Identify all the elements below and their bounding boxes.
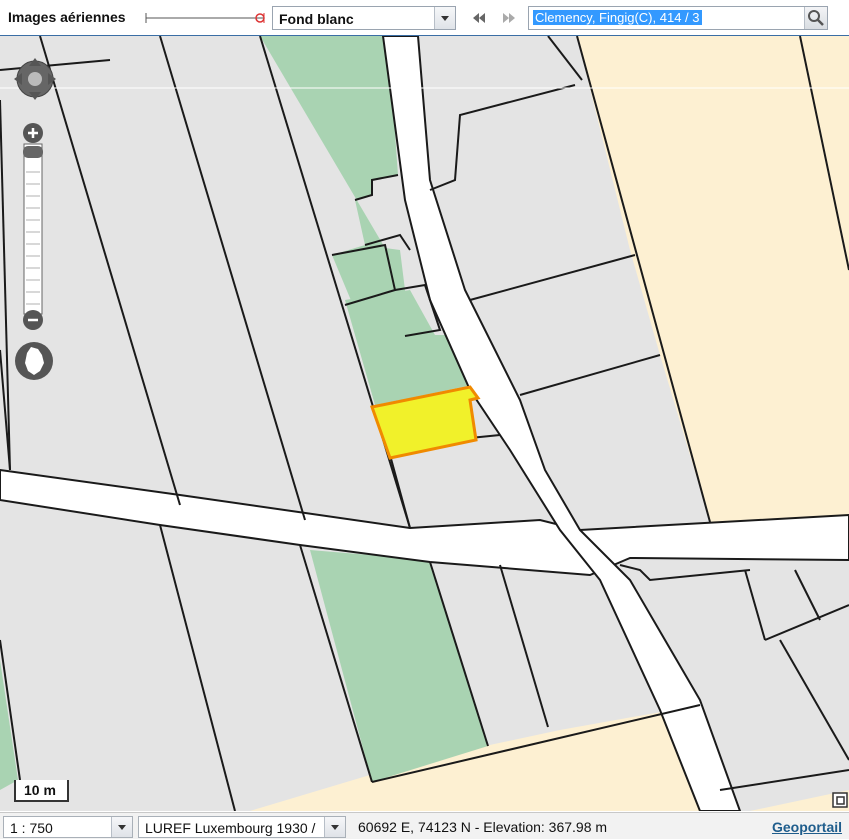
chevron-down-icon[interactable]	[111, 817, 132, 837]
search-input[interactable]: Clemency, Fingig(C), 414 / 3	[528, 6, 828, 30]
aerial-images-label: Images aériennes	[8, 9, 126, 25]
scale-bar-label: 10 m	[24, 782, 56, 798]
basemap-select[interactable]: Fond blanc	[272, 6, 456, 30]
zoom-slider[interactable]	[22, 122, 44, 332]
projection-value: LUREF Luxembourg 1930 /	[145, 820, 316, 836]
scale-bar: 10 m	[14, 780, 69, 802]
coordinates-readout: 60692 E, 74123 N - Elevation: 367.98 m	[358, 819, 608, 835]
zoom-handle	[23, 146, 43, 158]
geoportail-link[interactable]: Geoportail	[772, 819, 842, 835]
opacity-slider[interactable]	[144, 10, 268, 26]
basemap-value: Fond blanc	[279, 11, 354, 27]
luxembourg-icon[interactable]	[14, 341, 54, 381]
cadastral-map[interactable]	[0, 36, 849, 811]
pan-icon[interactable]	[12, 56, 58, 102]
status-bar: 1 : 750 LUREF Luxembourg 1930 / 60692 E,…	[0, 812, 849, 839]
top-toolbar: Images aériennes Fond blanc Clemency, Fi…	[0, 0, 849, 36]
scale-value: 1 : 750	[10, 820, 53, 836]
search-icon[interactable]	[804, 7, 827, 29]
map-view[interactable]: 10 m	[0, 36, 849, 811]
search-value: Clemency, Fingig(C), 414 / 3	[533, 10, 702, 25]
projection-select[interactable]: LUREF Luxembourg 1930 /	[138, 816, 346, 838]
fullscreen-icon[interactable]	[832, 792, 848, 808]
chevron-down-icon[interactable]	[324, 817, 345, 837]
previous-extent-icon[interactable]	[470, 10, 488, 26]
next-extent-icon[interactable]	[500, 10, 518, 26]
scale-select[interactable]: 1 : 750	[3, 816, 133, 838]
chevron-down-icon[interactable]	[434, 7, 455, 29]
